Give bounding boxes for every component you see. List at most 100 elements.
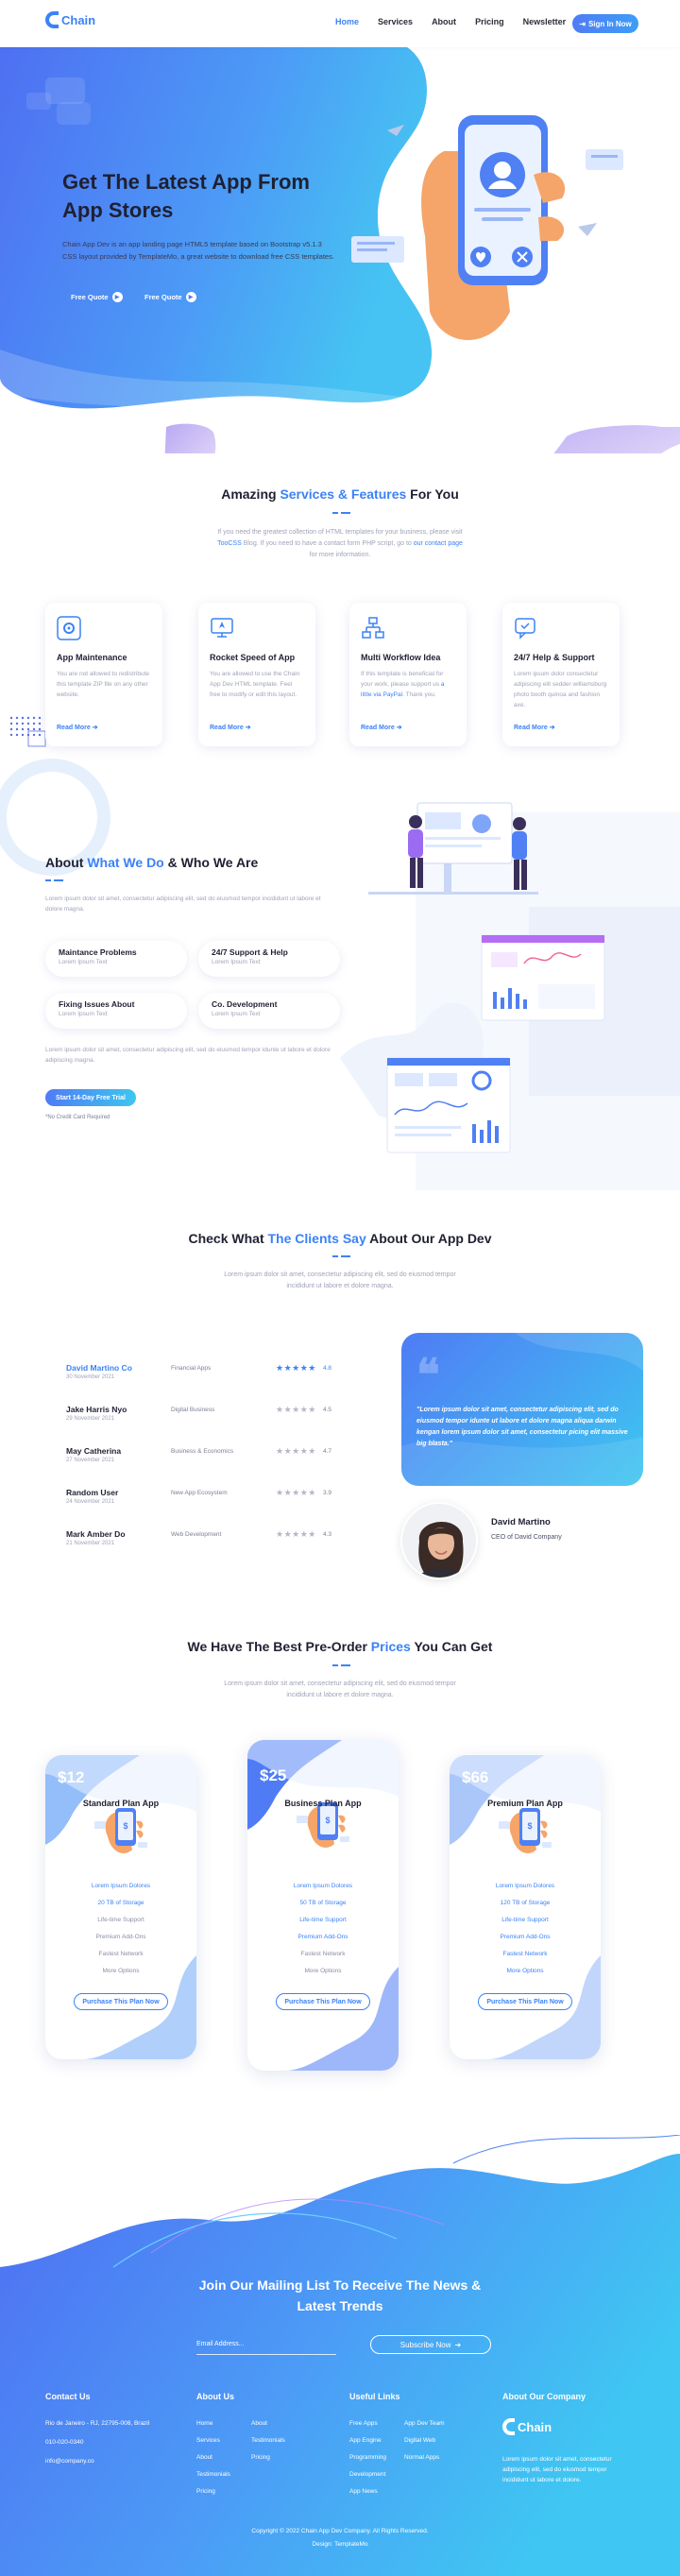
footer-link-programming[interactable]: Programming [349,2454,386,2461]
services-title-post: For You [406,486,459,502]
read-more-label: Read More [514,725,548,731]
client-category: Web Development [171,1531,222,1538]
footer-link-pricing[interactable]: Pricing [196,2488,215,2495]
star-rating-icon: ★★★★★ [276,1488,316,1497]
gear-icon [57,616,81,640]
read-more-link[interactable]: Read More ➔ [361,724,402,731]
about-illustration [340,802,680,1190]
nav-item-newsletter[interactable]: Newsletter [523,17,567,26]
plan-price: $12 [58,1768,85,1786]
arrow-right-icon: ➔ [454,2340,462,2349]
design-credit[interactable]: Design: TemplateMo [0,2541,680,2548]
services-sub-b: Blog. If you need to have a contact form… [241,540,414,547]
arrow-right-icon: ➔ [396,725,402,731]
footer-link-digital-web[interactable]: Digital Web [404,2437,435,2444]
client-date: 21 November 2021 [66,1541,115,1546]
client-row[interactable]: May Catherina 27 November 2021 Business … [66,1446,359,1475]
feature-pill-maintenance: Maintance Problems Lorem Ipsum Text [45,941,187,977]
nav-item-services[interactable]: Services [378,17,413,26]
sign-in-button[interactable]: ⇥ Sign In Now [572,14,638,33]
footer-link-about-2[interactable]: About [251,2420,267,2427]
feature-pill-development: Co. Development Lorem Ipsum Text [198,993,340,1029]
purchase-plan-button[interactable]: Purchase This Plan Now [276,1993,370,2010]
footer-link-home[interactable]: Home [196,2420,212,2427]
plan-price: $66 [462,1768,489,1786]
client-row[interactable]: David Martino Co 30 November 2021 Financ… [66,1363,359,1391]
newsletter-title-line1: Join Our Mailing List To Receive The New… [198,2277,482,2293]
free-trial-button[interactable]: Start 14-Day Free Trial [45,1089,136,1106]
free-quote-button-2[interactable]: Free Quote ▶ [144,289,196,304]
footer-link-normal-apps[interactable]: Normal Apps [404,2454,439,2461]
client-row[interactable]: Mark Amber Do 21 November 2021 Web Devel… [66,1529,359,1558]
newsletter-title: Join Our Mailing List To Receive The New… [0,2275,680,2316]
footer-about-title: About Us [196,2392,234,2401]
plan-name: Premium Plan App [487,1799,563,1808]
client-row[interactable]: Jake Harris Nyo 29 November 2021 Digital… [66,1405,359,1433]
arrow-right-icon: ➔ [549,725,555,731]
footer-link-testimonials-2[interactable]: Testimonials [251,2437,285,2444]
brand-logo[interactable]: Chain [45,11,95,28]
sign-in-label: Sign In Now [587,19,632,28]
footer-link-services[interactable]: Services [196,2437,220,2444]
copyright-text: Copyright © 2022 Chain App Dev Company. … [251,2528,429,2534]
nav-item-home[interactable]: Home [335,17,359,26]
services-subtitle: If you need the greatest collection of H… [217,527,463,561]
subscribe-button[interactable]: Subscribe Now ➔ [370,2335,491,2354]
free-quote-button[interactable]: Free Quote ▶ [71,289,123,304]
footer-company-title: About Our Company [502,2392,586,2401]
newsletter-title-line2: Latest Trends [297,2298,383,2313]
footer-link-testimonials[interactable]: Testimonials [196,2471,230,2478]
footer-phone[interactable]: 010-020-0340 [45,2439,83,2446]
client-row[interactable]: Random User 24 November 2021 New App Eco… [66,1488,359,1516]
read-more-link[interactable]: Read More ➔ [57,724,98,731]
rocket-icon [211,618,233,638]
service-text-end: . Thank you. [402,691,436,698]
feature-pill-support: 24/7 Support & Help Lorem Ipsum Text [198,941,340,977]
client-name: Jake Harris Nyo [66,1405,128,1414]
feature-title: Fixing Issues About [59,999,135,1009]
read-more-label: Read More [210,725,244,731]
client-name: Mark Amber Do [66,1529,126,1539]
hero-title-line2: App Stores [62,198,174,222]
contact-page-link[interactable]: our contact page [414,540,463,547]
feature-pill-fixing: Fixing Issues About Lorem Ipsum Text [45,993,187,1029]
footer-link-pricing-2[interactable]: Pricing [251,2454,270,2461]
chain-logo-icon [45,11,59,28]
svg-text:$: $ [123,1821,128,1831]
purchase-plan-button[interactable]: Purchase This Plan Now [478,1993,572,2010]
service-text-main: If this template is beneficial for your … [361,671,444,688]
service-card-multi-workflow: Multi Workflow Idea If this template is … [349,603,467,746]
purchase-plan-button[interactable]: Purchase This Plan Now [74,1993,168,2010]
footer-link-app-news[interactable]: App News [349,2488,378,2495]
client-name: Random User [66,1488,119,1497]
client-category: Financial Apps [171,1365,212,1372]
pricing-card: $ $66 Premium Plan App Lorem Ipsum Dolores 1… [450,1755,601,2059]
nav-item-pricing[interactable]: Pricing [475,17,504,26]
toocss-link[interactable]: TooCSS [217,540,242,547]
plan-feature: 50 TB of Storage [299,1900,347,1906]
client-category: Business & Economics [171,1448,234,1455]
footer-link-app-engine[interactable]: App Engine [349,2437,382,2444]
top-navbar: Chain Home Services About Pricing Newsle… [0,0,680,47]
no-credit-card-note: *No Credit Card Required [45,1115,110,1120]
feature-sub: Lorem Ipsum Text [59,959,108,965]
footer-email[interactable]: info@company.co [45,2458,94,2465]
service-title: Rocket Speed of App [210,653,296,662]
testimonial-quote-text: "Lorem ipsum dolor sit amet, consectetur… [416,1407,628,1447]
client-date: 29 November 2021 [66,1416,115,1422]
plan-feature: Life-time Support [502,1917,549,1923]
nav-item-about[interactable]: About [432,17,456,26]
plan-feature: 120 TB of Storage [500,1900,551,1906]
footer-link-about[interactable]: About [196,2454,212,2461]
email-input[interactable]: Email Address... [196,2336,336,2355]
clients-title-post: About Our App Dev [366,1231,492,1246]
read-more-link[interactable]: Read More ➔ [514,724,555,731]
about-title: About What We Do & Who We Are [45,855,258,870]
footer-link-free-apps[interactable]: Free Apps [349,2420,378,2427]
plan-feature: More Options [304,1968,342,1974]
footer-contact-title: Contact Us [45,2392,91,2401]
arrow-right-icon: ➔ [92,725,98,731]
read-more-link[interactable]: Read More ➔ [210,724,251,731]
footer-link-development[interactable]: Development [349,2471,385,2478]
footer-link-app-dev-team[interactable]: App Dev Team [404,2420,445,2427]
